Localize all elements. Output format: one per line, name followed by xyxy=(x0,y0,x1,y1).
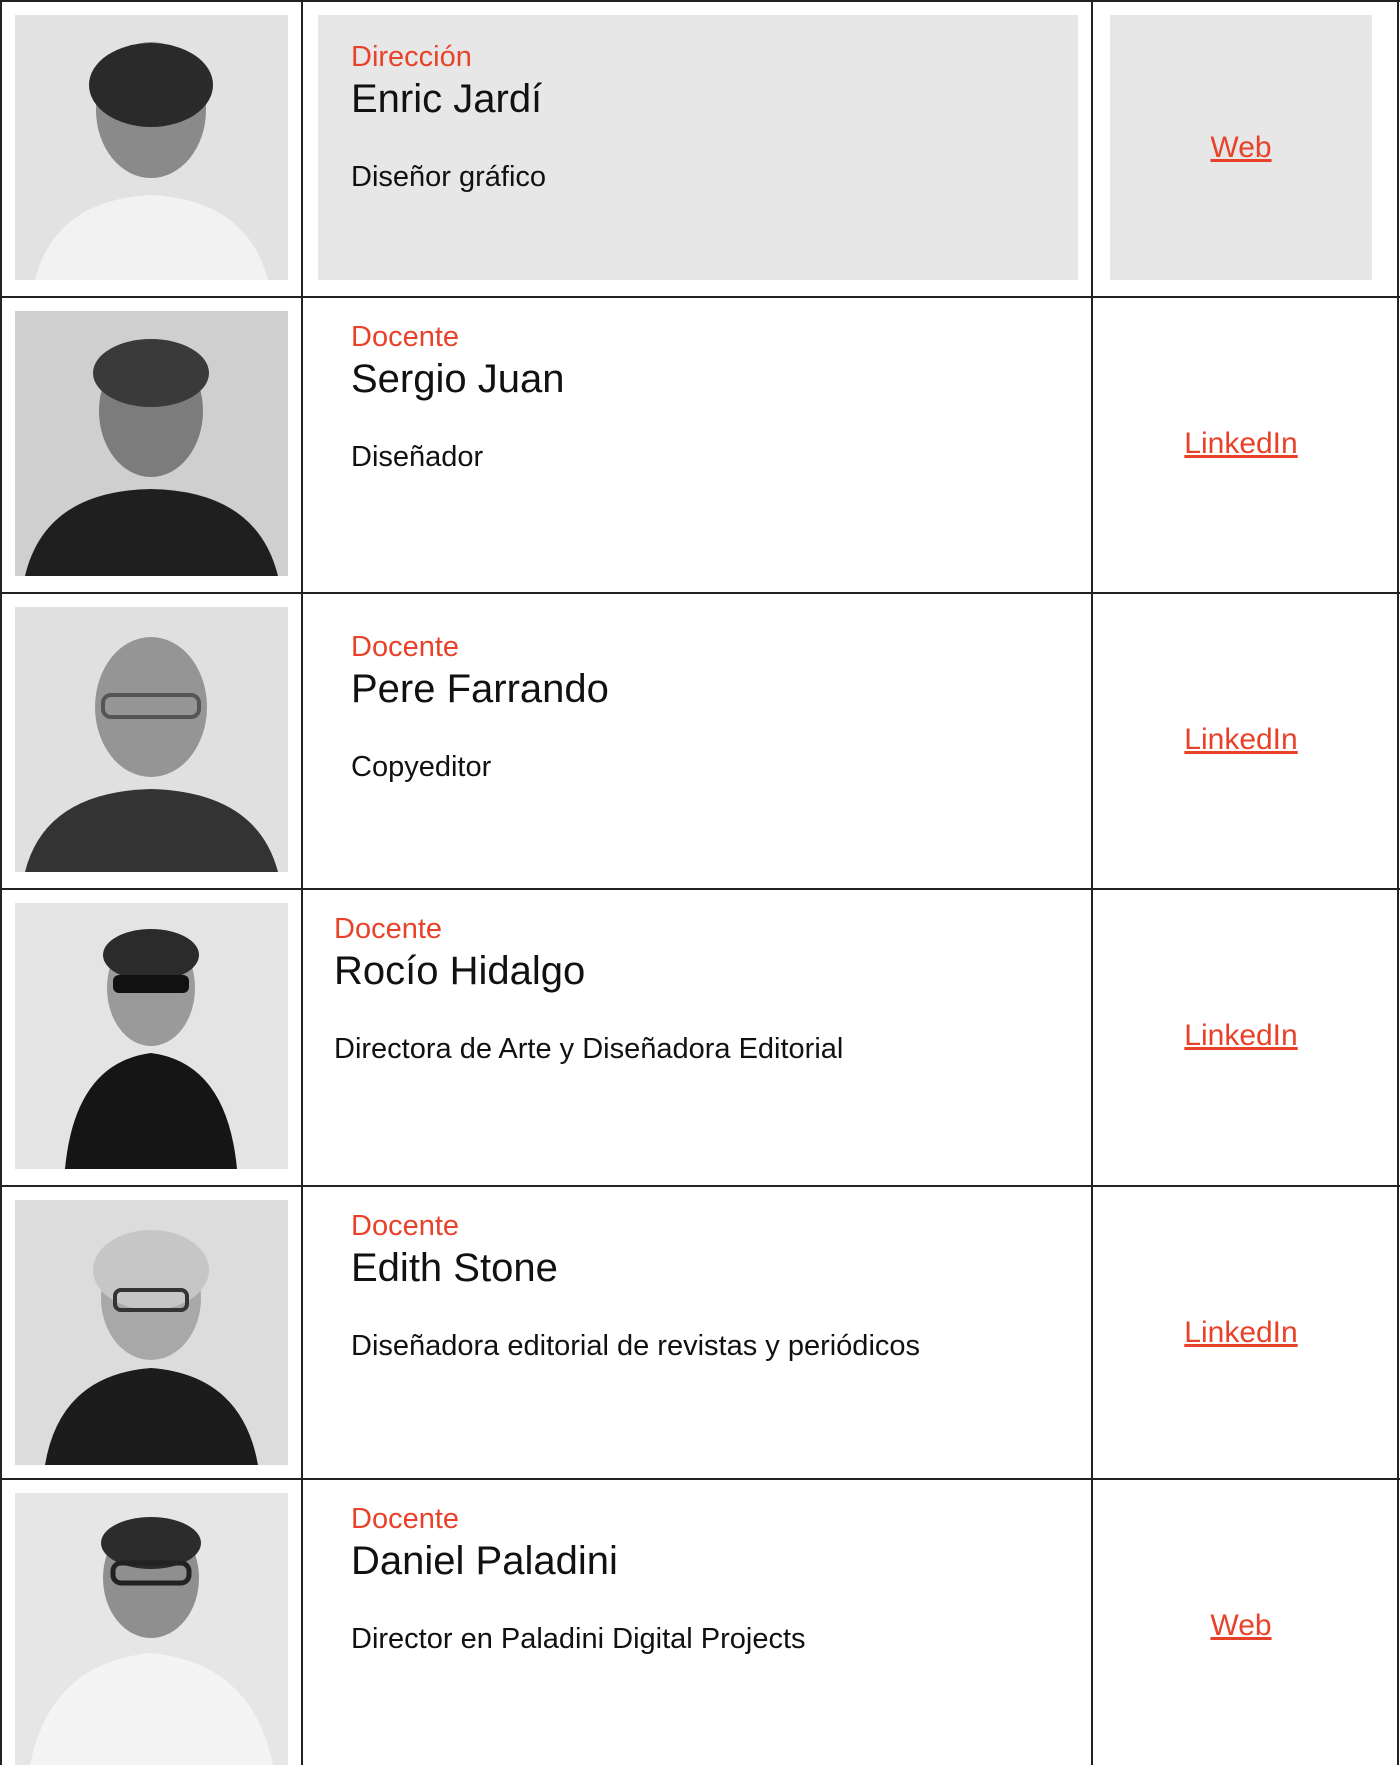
portrait-photo xyxy=(15,311,288,576)
person-role: Docente xyxy=(351,321,460,353)
person-role: Dirección xyxy=(351,41,472,73)
portrait-photo xyxy=(15,607,288,872)
person-role: Docente xyxy=(351,1503,460,1535)
web-link[interactable]: Web xyxy=(1110,131,1372,165)
person-role: Docente xyxy=(334,913,443,945)
person-silhouette-icon xyxy=(15,1493,288,1765)
table-row: Dirección Enric Jardí Diseñor gráfico We… xyxy=(0,0,1400,296)
table-row: Docente Sergio Juan Diseñador LinkedIn xyxy=(0,296,1400,592)
person-description: Diseñadora editorial de revistas y perió… xyxy=(351,1330,921,1362)
person-name: Pere Farrando xyxy=(351,667,609,711)
portrait-photo xyxy=(15,1200,288,1465)
person-silhouette-icon xyxy=(15,15,288,280)
link-cell: LinkedIn xyxy=(1110,607,1372,872)
person-role: Docente xyxy=(351,1210,460,1242)
portrait-photo xyxy=(15,15,288,280)
person-name: Rocío Hidalgo xyxy=(334,949,586,993)
table-row: Docente Rocío Hidalgo Directora de Arte … xyxy=(0,888,1400,1185)
web-link[interactable]: Web xyxy=(1110,1609,1372,1643)
link-cell: Web xyxy=(1110,1493,1372,1765)
person-silhouette-icon xyxy=(15,311,288,576)
portrait-photo xyxy=(15,903,288,1169)
linkedin-link[interactable]: LinkedIn xyxy=(1110,1316,1372,1350)
person-description: Directora de Arte y Diseñadora Editorial xyxy=(334,1033,844,1065)
linkedin-link[interactable]: LinkedIn xyxy=(1110,427,1372,461)
linkedin-link[interactable]: LinkedIn xyxy=(1110,1019,1372,1053)
link-cell: LinkedIn xyxy=(1110,311,1372,576)
person-description: Copyeditor xyxy=(351,751,492,783)
person-info: Docente Pere Farrando Copyeditor xyxy=(318,607,1078,872)
person-name: Edith Stone xyxy=(351,1246,558,1290)
linkedin-link[interactable]: LinkedIn xyxy=(1110,723,1372,757)
person-info: Docente Edith Stone Diseñadora editorial… xyxy=(318,1200,1078,1465)
person-description: Director en Paladini Digital Projects xyxy=(351,1623,806,1655)
person-info: Docente Rocío Hidalgo Directora de Arte … xyxy=(301,903,1061,1169)
person-description: Diseñor gráfico xyxy=(351,161,547,193)
faculty-table: Dirección Enric Jardí Diseñor gráfico We… xyxy=(0,0,1400,1765)
person-info: Docente Daniel Paladini Director en Pala… xyxy=(318,1493,1078,1765)
person-info: Docente Sergio Juan Diseñador xyxy=(318,311,1078,576)
portrait-photo xyxy=(15,1493,288,1765)
table-row: Docente Daniel Paladini Director en Pala… xyxy=(0,1478,1400,1765)
table-row: Docente Edith Stone Diseñadora editorial… xyxy=(0,1185,1400,1478)
person-role: Docente xyxy=(351,631,460,663)
link-cell: Web xyxy=(1110,15,1372,280)
person-info: Dirección Enric Jardí Diseñor gráfico xyxy=(318,15,1078,280)
table-row: Docente Pere Farrando Copyeditor LinkedI… xyxy=(0,592,1400,888)
person-silhouette-icon xyxy=(15,1200,288,1465)
person-name: Enric Jardí xyxy=(351,77,543,121)
link-cell: LinkedIn xyxy=(1110,1200,1372,1465)
person-description: Diseñador xyxy=(351,441,484,473)
person-name: Sergio Juan xyxy=(351,357,565,401)
person-silhouette-icon xyxy=(15,607,288,872)
link-cell: LinkedIn xyxy=(1110,903,1372,1169)
person-name: Daniel Paladini xyxy=(351,1539,618,1583)
person-silhouette-icon xyxy=(15,903,288,1169)
